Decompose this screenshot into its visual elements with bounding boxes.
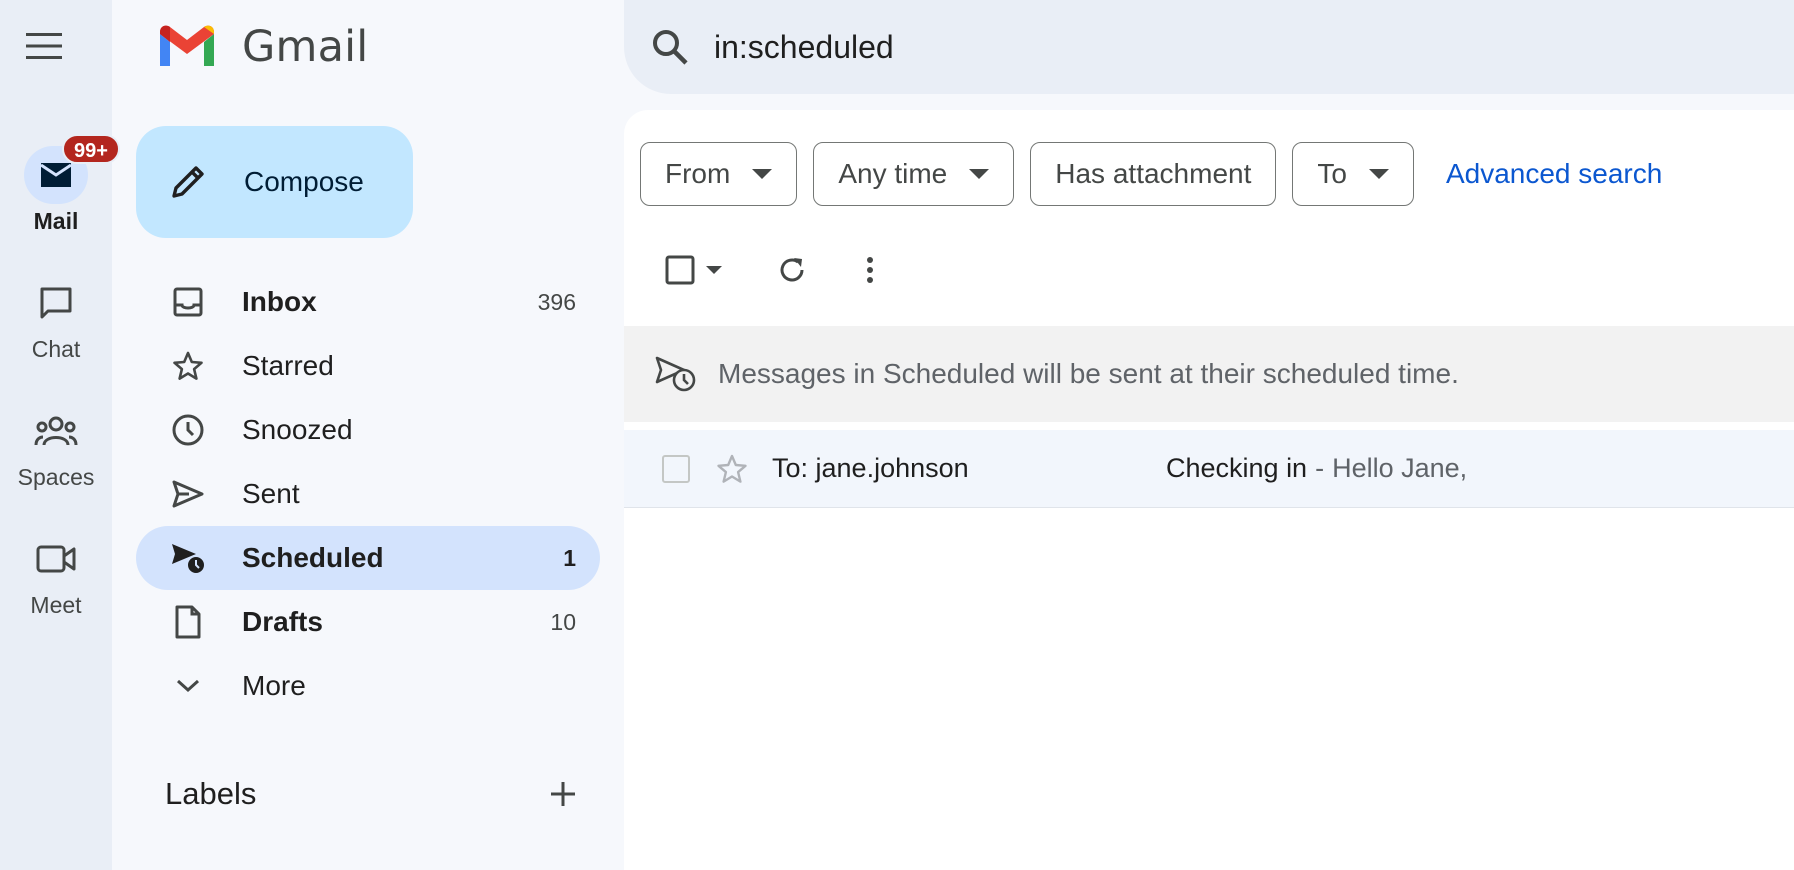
nav-label-snoozed: Snoozed	[242, 414, 353, 445]
search-button[interactable]	[650, 27, 690, 67]
main-menu-button[interactable]	[20, 22, 68, 70]
rail-label-chat: Chat	[31, 336, 81, 362]
labels-section-header: Labels	[165, 770, 585, 818]
nav-item-sent[interactable]: Sent	[136, 462, 600, 526]
select-all-checkbox[interactable]	[656, 246, 704, 294]
checkbox-icon	[665, 255, 695, 285]
more-options-button[interactable]	[846, 246, 894, 294]
nav-item-scheduled[interactable]: Scheduled 1	[136, 526, 600, 590]
star-icon	[168, 346, 208, 386]
rail-item-meet[interactable]: Meet	[0, 530, 112, 619]
clock-icon	[168, 410, 208, 450]
filter-chip-to[interactable]: To	[1292, 142, 1414, 206]
spaces-icon	[34, 416, 78, 446]
pencil-icon	[172, 166, 204, 198]
filter-chip-label: Any time	[838, 158, 948, 189]
rail-pill-spaces	[24, 402, 88, 460]
email-snippet: Hello Jane,	[1332, 453, 1468, 483]
rail-item-spaces[interactable]: Spaces	[0, 402, 112, 491]
nav-item-starred[interactable]: Starred	[136, 334, 600, 398]
chat-icon	[40, 287, 72, 319]
search-filter-chips: From Any time Has attachment To Advanced…	[640, 142, 1662, 206]
nav-label-starred: Starred	[242, 350, 334, 381]
nav-label-more: More	[242, 670, 306, 701]
rail-pill-mail: 99+	[24, 134, 120, 204]
dropdown-arrow-icon	[1368, 169, 1389, 179]
create-label-button[interactable]	[541, 772, 585, 816]
gmail-logo[interactable]: Gmail	[156, 22, 368, 72]
more-vert-icon	[867, 257, 873, 283]
send-icon	[168, 474, 208, 514]
gmail-m-logo-icon	[160, 25, 214, 66]
star-outline-icon	[717, 454, 747, 483]
filter-chip-has-attachment[interactable]: Has attachment	[1030, 142, 1277, 206]
filter-chip-label: Has attachment	[1055, 158, 1252, 189]
mail-unread-badge: 99+	[62, 134, 120, 164]
compose-label: Compose	[244, 166, 364, 197]
advanced-search-link[interactable]: Advanced search	[1446, 158, 1662, 190]
nav-item-drafts[interactable]: Drafts 10	[136, 590, 600, 654]
refresh-icon	[780, 258, 804, 282]
email-recipient: To: jane.johnson	[772, 453, 969, 483]
scheduled-send-icon	[168, 538, 208, 578]
filter-chip-any-time[interactable]: Any time	[813, 142, 1015, 206]
list-toolbar	[656, 246, 894, 294]
message-list-panel: From Any time Has attachment To Advanced…	[624, 110, 1794, 870]
dropdown-arrow-icon	[752, 169, 773, 179]
folder-nav: Inbox 396 Starred Snoozed Sent Scheduled…	[136, 270, 600, 718]
hamburger-icon	[26, 33, 62, 59]
rail-item-chat[interactable]: Chat	[0, 274, 112, 363]
nav-item-inbox[interactable]: Inbox 396	[136, 270, 600, 334]
search-icon	[653, 30, 688, 65]
scheduled-send-outline-icon	[655, 356, 696, 392]
app-name: Gmail	[242, 22, 369, 72]
app-rail: 99+ Mail Chat Spaces Meet	[0, 0, 120, 870]
search-input[interactable]	[714, 28, 1614, 66]
rail-pill-meet	[24, 530, 88, 588]
inbox-icon	[168, 282, 208, 322]
mail-icon	[40, 163, 72, 187]
nav-label-scheduled: Scheduled	[242, 542, 384, 573]
email-row-star-button[interactable]	[716, 453, 748, 485]
nav-count-inbox: 396	[537, 288, 576, 315]
nav-count-drafts: 10	[550, 608, 576, 635]
compose-button[interactable]: Compose	[136, 126, 413, 238]
email-subject: Checking in	[1166, 453, 1308, 483]
rail-item-mail[interactable]: 99+ Mail	[0, 134, 120, 235]
video-camera-icon	[36, 545, 76, 573]
rail-label-spaces: Spaces	[17, 464, 95, 490]
nav-count-scheduled: 1	[563, 544, 576, 571]
filter-chip-label: To	[1317, 158, 1347, 189]
select-options-dropdown[interactable]	[700, 246, 728, 294]
rail-label-mail: Mail	[33, 208, 79, 234]
nav-label-drafts: Drafts	[242, 606, 323, 637]
nav-label-inbox: Inbox	[242, 286, 317, 317]
search-bar[interactable]	[624, 0, 1794, 94]
rail-label-meet: Meet	[30, 592, 82, 618]
scheduled-info-text: Messages in Scheduled will be sent at th…	[718, 358, 1459, 389]
refresh-button[interactable]	[768, 246, 816, 294]
email-row[interactable]: To: jane.johnson Checking in - Hello Jan…	[624, 430, 1794, 508]
nav-item-more[interactable]: More	[136, 654, 600, 718]
nav-label-sent: Sent	[242, 478, 300, 509]
scheduled-info-banner: Messages in Scheduled will be sent at th…	[624, 326, 1794, 422]
plus-icon	[551, 782, 575, 806]
filter-chip-from[interactable]: From	[640, 142, 798, 206]
labels-title: Labels	[165, 776, 257, 811]
nav-item-snoozed[interactable]: Snoozed	[136, 398, 600, 462]
dropdown-arrow-icon	[706, 266, 722, 274]
filter-chip-label: From	[665, 158, 731, 189]
email-separator: -	[1315, 453, 1325, 483]
dropdown-arrow-icon	[969, 169, 990, 179]
chevron-down-icon	[168, 666, 208, 706]
email-row-checkbox[interactable]	[662, 454, 690, 483]
rail-pill-chat	[24, 274, 88, 332]
draft-file-icon	[168, 602, 208, 642]
